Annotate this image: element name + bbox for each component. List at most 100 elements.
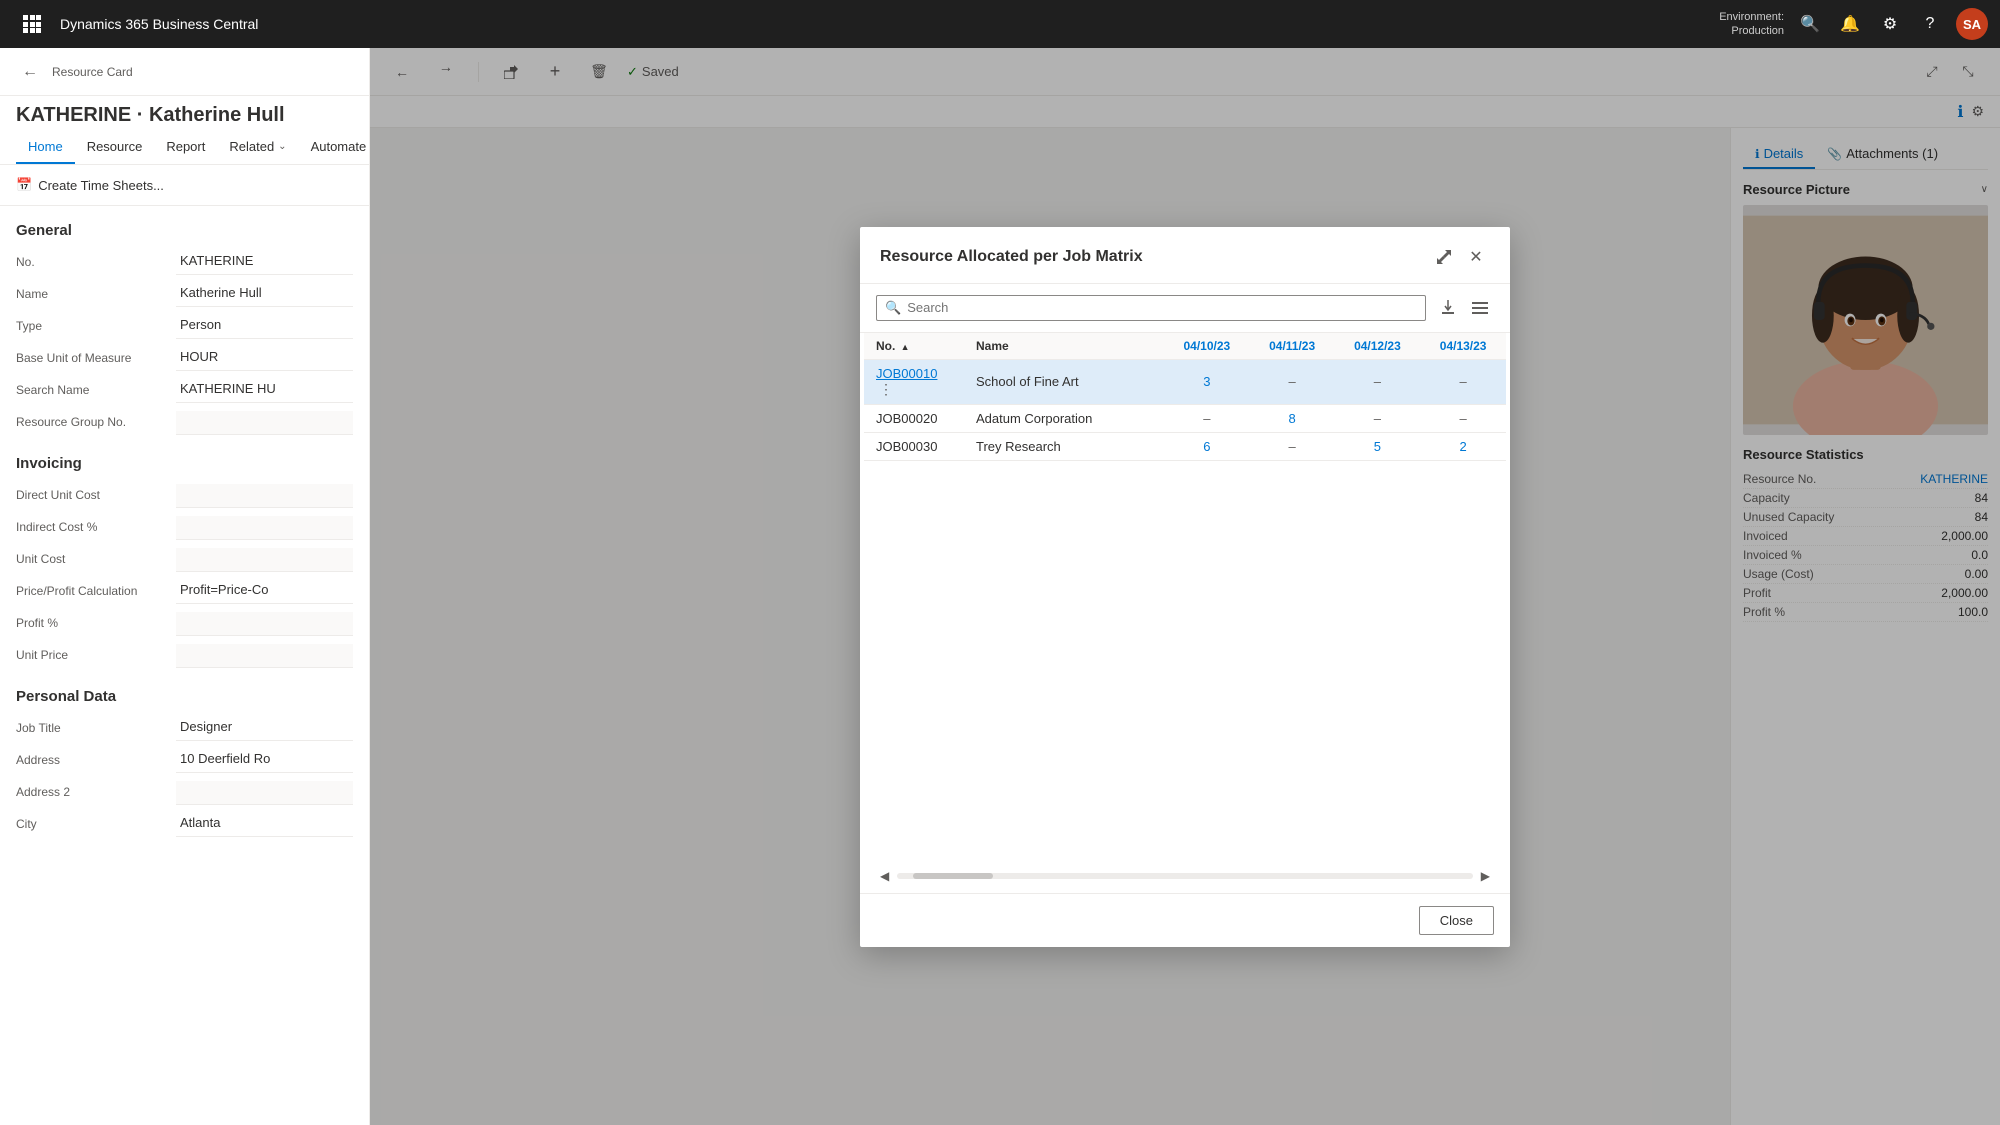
export-icon: [1440, 300, 1456, 316]
modal-overlay: Resource Allocated per Job Matrix ✕: [370, 48, 2000, 1125]
cell-date4: –: [1420, 404, 1506, 432]
view-options-button[interactable]: [1466, 294, 1494, 322]
scroll-thumb[interactable]: [913, 873, 993, 879]
scroll-right-button[interactable]: ▶: [1477, 867, 1494, 885]
cell-name: Adatum Corporation: [964, 404, 1164, 432]
matrix-table-head: No. ▲ Name 04/10/23 04/11/23 04/12/23 04…: [864, 333, 1506, 360]
matrix-table-body: JOB00010 ⋮ School of Fine Art 3 – – –: [864, 359, 1506, 460]
settings-nav-button[interactable]: ⚙: [1872, 6, 1908, 42]
value-link[interactable]: 5: [1374, 439, 1381, 454]
matrix-table: No. ▲ Name 04/10/23 04/11/23 04/12/23 04…: [864, 333, 1506, 461]
field-job-title: Job Title Designer: [0, 713, 369, 745]
field-city: City Atlanta: [0, 809, 369, 841]
field-name: Name Katherine Hull: [0, 279, 369, 311]
help-button[interactable]: ?: [1912, 6, 1948, 42]
col-date1[interactable]: 04/10/23: [1164, 333, 1250, 360]
cell-date3: –: [1335, 404, 1421, 432]
notification-button[interactable]: 🔔: [1832, 6, 1868, 42]
matrix-header-row: No. ▲ Name 04/10/23 04/11/23 04/12/23 04…: [864, 333, 1506, 360]
nav-resource[interactable]: Resource: [75, 131, 155, 164]
field-base-unit: Base Unit of Measure HOUR: [0, 343, 369, 375]
export-button[interactable]: [1434, 294, 1462, 322]
cell-date4: –: [1420, 359, 1506, 404]
calendar-icon: 📅: [16, 177, 32, 193]
col-no[interactable]: No. ▲: [864, 333, 964, 360]
rc-nav: Home Resource Report Related ⌄ Automate: [0, 131, 369, 165]
close-button[interactable]: Close: [1419, 906, 1494, 935]
modal-expand-button[interactable]: [1430, 243, 1458, 271]
search-input-wrap[interactable]: 🔍: [876, 295, 1426, 321]
page-title: KATHERINE · Katherine Hull: [0, 96, 369, 131]
general-section-header: General: [0, 206, 369, 247]
modal-footer: Close: [860, 893, 1510, 947]
cell-date1: 3: [1164, 359, 1250, 404]
field-address: Address 10 Deerfield Ro: [0, 745, 369, 777]
scroll-left-button[interactable]: ◀: [876, 867, 893, 885]
field-profit-pct: Profit %: [0, 608, 369, 640]
field-unit-price: Unit Price: [0, 640, 369, 672]
field-address2: Address 2: [0, 777, 369, 809]
left-panel-scroll: General No. KATHERINE Name Katherine Hul…: [0, 206, 369, 1125]
cell-date4: 2: [1420, 432, 1506, 460]
sort-icon: ▲: [901, 342, 910, 352]
field-type: Type Person: [0, 311, 369, 343]
search-nav-button[interactable]: 🔍: [1792, 6, 1828, 42]
field-search-name: Search Name KATHERINE HU: [0, 375, 369, 407]
table-row[interactable]: JOB00020 Adatum Corporation – 8 – –: [864, 404, 1506, 432]
nav-home[interactable]: Home: [16, 131, 75, 164]
modal-search-bar: 🔍: [860, 284, 1510, 333]
cell-date1: 6: [1164, 432, 1250, 460]
value-link[interactable]: 2: [1460, 439, 1467, 454]
grid-icon: [23, 15, 41, 33]
top-nav-right: Environment: Production 🔍 🔔 ⚙ ? SA: [1719, 6, 1988, 42]
rc-toolbar: ← Resource Card: [0, 48, 369, 96]
app-title: Dynamics 365 Business Central: [60, 16, 258, 32]
cell-date3: –: [1335, 359, 1421, 404]
environment-info: Environment: Production: [1719, 10, 1784, 39]
field-price-profit: Price/Profit Calculation Profit=Price-Co: [0, 576, 369, 608]
nav-automate[interactable]: Automate: [299, 131, 370, 164]
rc-actions: 📅 Create Time Sheets...: [0, 165, 369, 206]
search-input[interactable]: [907, 300, 1417, 315]
search-icon: 🔍: [885, 300, 901, 316]
field-direct-unit-cost: Direct Unit Cost: [0, 480, 369, 512]
col-date4[interactable]: 04/13/23: [1420, 333, 1506, 360]
related-chevron-icon: ⌄: [278, 141, 286, 152]
col-name[interactable]: Name: [964, 333, 1164, 360]
job-link[interactable]: JOB00010: [876, 366, 937, 381]
col-date3[interactable]: 04/12/23: [1335, 333, 1421, 360]
back-button[interactable]: ←: [16, 58, 44, 86]
cell-name: Trey Research: [964, 432, 1164, 460]
col-date2[interactable]: 04/11/23: [1250, 333, 1335, 360]
modal-close-button[interactable]: ✕: [1462, 243, 1490, 271]
expand-icon: [1437, 250, 1451, 264]
cell-no: JOB00030: [864, 432, 964, 460]
field-no: No. KATHERINE: [0, 247, 369, 279]
list-icon: [1472, 300, 1488, 316]
nav-report[interactable]: Report: [154, 131, 217, 164]
value-link[interactable]: 6: [1203, 439, 1210, 454]
user-avatar[interactable]: SA: [1956, 8, 1988, 40]
cell-no: JOB00010 ⋮: [864, 359, 964, 404]
cell-date2: –: [1250, 359, 1335, 404]
top-nav-bar: Dynamics 365 Business Central Environmen…: [0, 0, 2000, 48]
nav-related[interactable]: Related ⌄: [217, 131, 298, 164]
table-row[interactable]: JOB00010 ⋮ School of Fine Art 3 – – –: [864, 359, 1506, 404]
main-layout: ← Resource Card KATHERINE · Katherine Hu…: [0, 48, 2000, 1125]
right-panel: ← ← + 🗑 ✓ Saved ⤢ ⤡ ℹ ⚙: [370, 48, 2000, 1125]
field-unit-cost: Unit Cost: [0, 544, 369, 576]
modal-header-actions: ✕: [1430, 243, 1490, 271]
table-row[interactable]: JOB00030 Trey Research 6 – 5 2: [864, 432, 1506, 460]
invoicing-section-header: Invoicing: [0, 439, 369, 480]
create-time-sheets-button[interactable]: 📅 Create Time Sheets...: [16, 173, 353, 197]
apps-menu-button[interactable]: [12, 4, 52, 44]
cell-date2: –: [1250, 432, 1335, 460]
row-menu-icon[interactable]: ⋮: [876, 381, 896, 398]
modal-scrollbar: ◀ ▶: [860, 859, 1510, 893]
value-link[interactable]: 8: [1289, 411, 1296, 426]
cell-date1: –: [1164, 404, 1250, 432]
modal-dialog: Resource Allocated per Job Matrix ✕: [860, 227, 1510, 947]
scroll-track[interactable]: [897, 873, 1473, 879]
field-indirect-cost: Indirect Cost %: [0, 512, 369, 544]
value-link[interactable]: 3: [1203, 374, 1210, 389]
